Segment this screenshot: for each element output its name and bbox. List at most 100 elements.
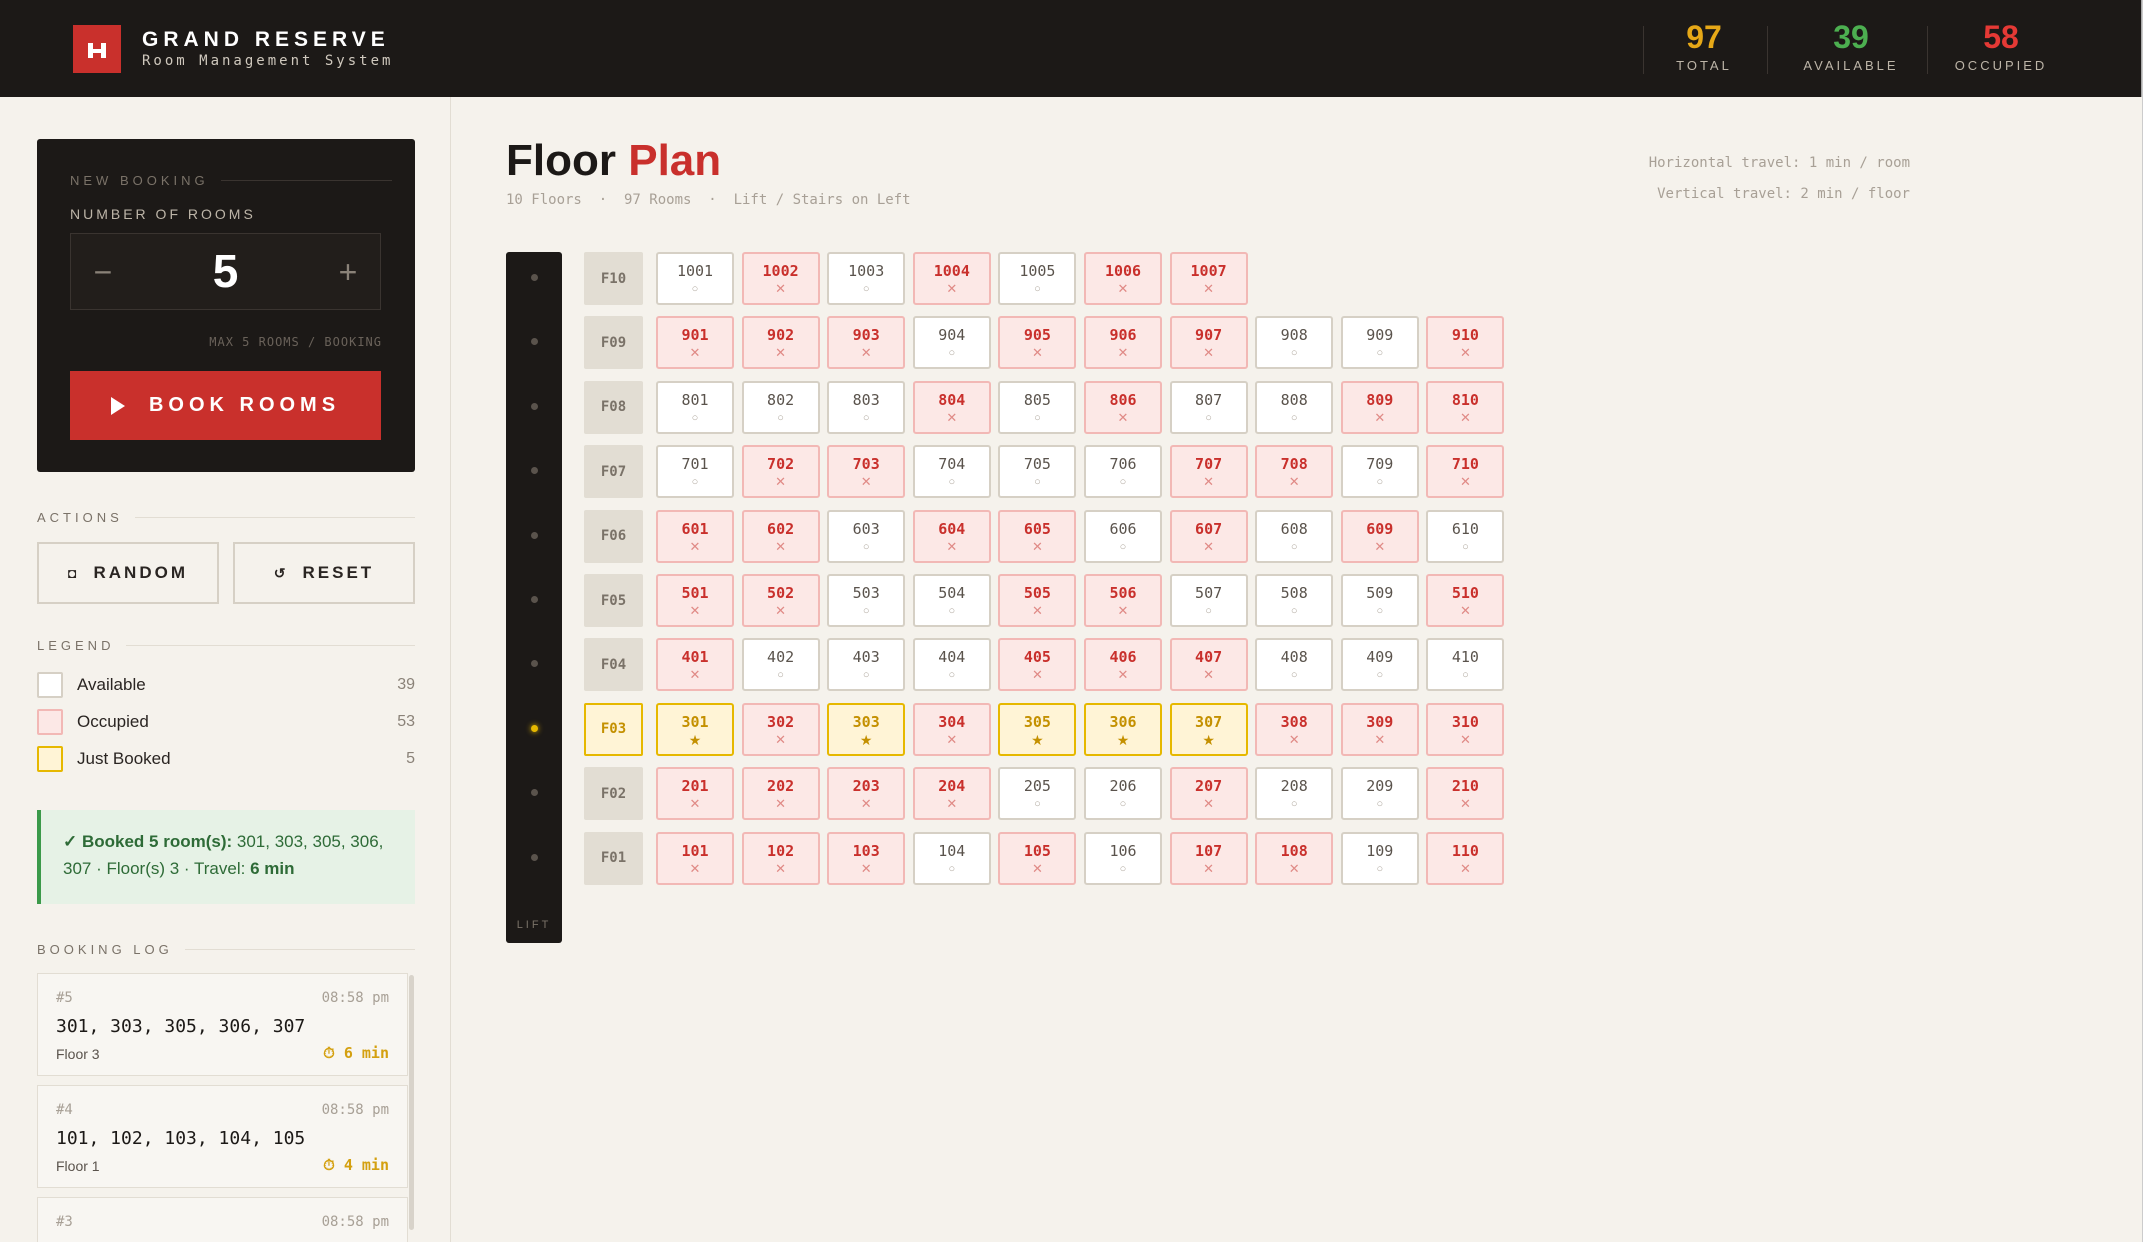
- room-cell[interactable]: 103 ✕: [827, 831, 906, 885]
- room-cell[interactable]: 807 ○: [1169, 380, 1248, 434]
- room-cell[interactable]: 709 ○: [1340, 445, 1419, 499]
- room-cell[interactable]: 1007 ✕: [1169, 252, 1248, 305]
- room-cell[interactable]: 603 ○: [827, 509, 906, 563]
- room-cell[interactable]: 906 ✕: [1084, 316, 1162, 370]
- room-cell[interactable]: 403 ○: [827, 638, 906, 692]
- room-cell[interactable]: 206 ○: [1084, 767, 1162, 821]
- room-cell[interactable]: 804 ✕: [912, 380, 991, 434]
- room-cell[interactable]: 207 ✕: [1169, 767, 1248, 821]
- room-cell[interactable]: 107 ✕: [1169, 831, 1248, 885]
- room-cell[interactable]: 201 ✕: [656, 767, 734, 821]
- room-cell[interactable]: 510 ✕: [1426, 574, 1505, 627]
- room-cell[interactable]: 307 ★: [1169, 702, 1248, 756]
- increment-button[interactable]: +: [324, 248, 372, 296]
- room-cell[interactable]: 110 ✕: [1426, 831, 1505, 885]
- room-cell[interactable]: 210 ✕: [1426, 767, 1505, 821]
- room-cell[interactable]: 708 ✕: [1255, 445, 1334, 499]
- room-cell[interactable]: 704 ○: [912, 445, 991, 499]
- book-rooms-button[interactable]: BOOK ROOMS: [70, 371, 381, 440]
- room-cell[interactable]: 608 ○: [1255, 509, 1334, 563]
- room-cell[interactable]: 202 ✕: [741, 767, 820, 821]
- room-cell[interactable]: 902 ✕: [741, 316, 820, 370]
- room-cell[interactable]: 707 ✕: [1169, 445, 1248, 499]
- room-cell[interactable]: 609 ✕: [1340, 509, 1419, 563]
- room-cell[interactable]: 1004 ✕: [912, 252, 991, 305]
- room-cell[interactable]: 909 ○: [1340, 316, 1419, 370]
- room-cell[interactable]: 803 ○: [827, 380, 906, 434]
- room-cell[interactable]: 1001 ○: [656, 252, 734, 305]
- room-cell[interactable]: 305 ★: [998, 702, 1077, 756]
- room-cell[interactable]: 710 ✕: [1426, 445, 1505, 499]
- log-entry[interactable]: #3 08:58 pm: [37, 1197, 408, 1242]
- reset-button[interactable]: ↺ RESET: [233, 542, 415, 604]
- room-cell[interactable]: 508 ○: [1255, 574, 1334, 627]
- room-cell[interactable]: 104 ○: [912, 831, 991, 885]
- room-cell[interactable]: 505 ✕: [998, 574, 1077, 627]
- log-entry[interactable]: #5 08:58 pm 301, 303, 305, 306, 307 Floo…: [37, 973, 408, 1076]
- room-cell[interactable]: 106 ○: [1084, 831, 1162, 885]
- room-cell[interactable]: 502 ✕: [741, 574, 820, 627]
- room-cell[interactable]: 610 ○: [1426, 509, 1505, 563]
- room-cell[interactable]: 209 ○: [1340, 767, 1419, 821]
- room-cell[interactable]: 504 ○: [912, 574, 991, 627]
- room-cell[interactable]: 308 ✕: [1255, 702, 1334, 756]
- room-cell[interactable]: 1002 ✕: [741, 252, 820, 305]
- room-cell[interactable]: 410 ○: [1426, 638, 1505, 692]
- room-cell[interactable]: 808 ○: [1255, 380, 1334, 434]
- room-cell[interactable]: 507 ○: [1169, 574, 1248, 627]
- room-cell[interactable]: 306 ★: [1084, 702, 1162, 756]
- room-cell[interactable]: 409 ○: [1340, 638, 1419, 692]
- room-cell[interactable]: 406 ✕: [1084, 638, 1162, 692]
- room-cell[interactable]: 809 ✕: [1340, 380, 1419, 434]
- room-cell[interactable]: 602 ✕: [741, 509, 820, 563]
- room-cell[interactable]: 905 ✕: [998, 316, 1077, 370]
- room-cell[interactable]: 702 ✕: [741, 445, 820, 499]
- room-cell[interactable]: 604 ✕: [912, 509, 991, 563]
- room-cell[interactable]: 304 ✕: [912, 702, 991, 756]
- room-cell[interactable]: 203 ✕: [827, 767, 906, 821]
- room-cell[interactable]: 606 ○: [1084, 509, 1162, 563]
- room-cell[interactable]: 302 ✕: [741, 702, 820, 756]
- room-cell[interactable]: 908 ○: [1255, 316, 1334, 370]
- room-cell[interactable]: 706 ○: [1084, 445, 1162, 499]
- room-cell[interactable]: 401 ✕: [656, 638, 734, 692]
- room-cell[interactable]: 503 ○: [827, 574, 906, 627]
- room-cell[interactable]: 402 ○: [741, 638, 820, 692]
- room-cell[interactable]: 408 ○: [1255, 638, 1334, 692]
- room-cell[interactable]: 810 ✕: [1426, 380, 1505, 434]
- room-cell[interactable]: 903 ✕: [827, 316, 906, 370]
- random-button[interactable]: ◘ RANDOM: [37, 542, 219, 604]
- room-cell[interactable]: 109 ○: [1340, 831, 1419, 885]
- room-cell[interactable]: 301 ★: [656, 702, 734, 756]
- room-cell[interactable]: 901 ✕: [656, 316, 734, 370]
- room-cell[interactable]: 405 ✕: [998, 638, 1077, 692]
- room-cell[interactable]: 310 ✕: [1426, 702, 1505, 756]
- room-cell[interactable]: 607 ✕: [1169, 509, 1248, 563]
- room-cell[interactable]: 910 ✕: [1426, 316, 1505, 370]
- room-cell[interactable]: 806 ✕: [1084, 380, 1162, 434]
- room-cell[interactable]: 701 ○: [656, 445, 734, 499]
- room-cell[interactable]: 204 ✕: [912, 767, 991, 821]
- log-entry[interactable]: #4 08:58 pm 101, 102, 103, 104, 105 Floo…: [37, 1085, 408, 1188]
- room-cell[interactable]: 703 ✕: [827, 445, 906, 499]
- room-cell[interactable]: 801 ○: [656, 380, 734, 434]
- room-cell[interactable]: 404 ○: [912, 638, 991, 692]
- room-cell[interactable]: 101 ✕: [656, 831, 734, 885]
- room-cell[interactable]: 509 ○: [1340, 574, 1419, 627]
- room-cell[interactable]: 102 ✕: [741, 831, 820, 885]
- log-scrollbar[interactable]: [409, 975, 414, 1230]
- room-cell[interactable]: 501 ✕: [656, 574, 734, 627]
- room-cell[interactable]: 601 ✕: [656, 509, 734, 563]
- room-cell[interactable]: 907 ✕: [1169, 316, 1248, 370]
- room-cell[interactable]: 904 ○: [912, 316, 991, 370]
- room-cell[interactable]: 1003 ○: [827, 252, 906, 305]
- room-cell[interactable]: 108 ✕: [1255, 831, 1334, 885]
- room-cell[interactable]: 506 ✕: [1084, 574, 1162, 627]
- room-cell[interactable]: 802 ○: [741, 380, 820, 434]
- room-cell[interactable]: 303 ★: [827, 702, 906, 756]
- room-cell[interactable]: 805 ○: [998, 380, 1077, 434]
- room-cell[interactable]: 208 ○: [1255, 767, 1334, 821]
- room-cell[interactable]: 407 ✕: [1169, 638, 1248, 692]
- room-cell[interactable]: 1005 ○: [998, 252, 1077, 305]
- room-cell[interactable]: 309 ✕: [1340, 702, 1419, 756]
